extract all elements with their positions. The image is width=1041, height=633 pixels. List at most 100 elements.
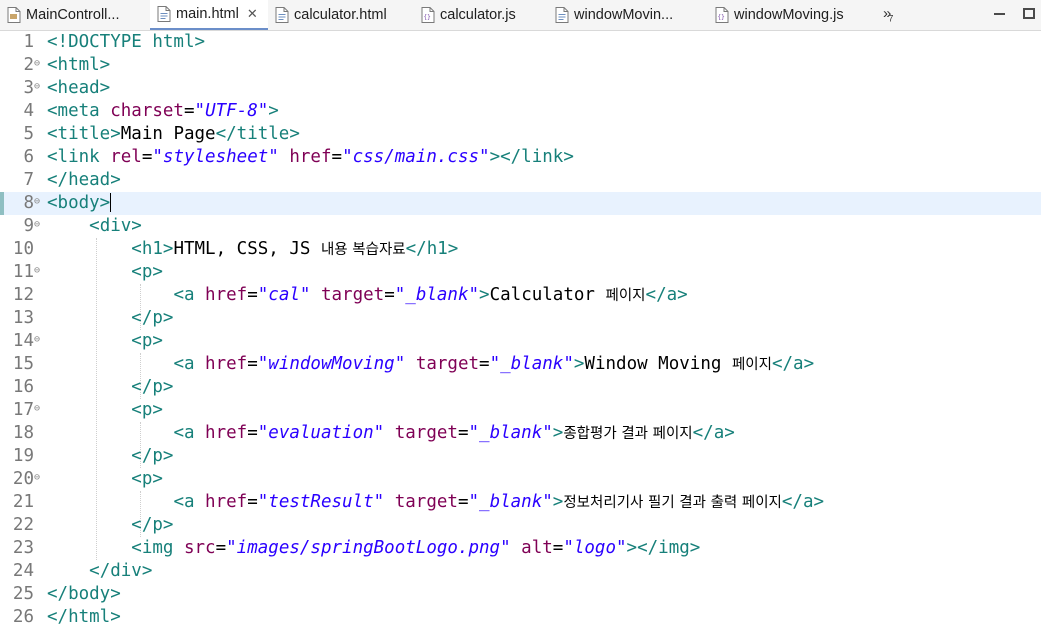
code-line[interactable]: 15 <a href="windowMoving" target="_blank… <box>0 353 1041 376</box>
fold-toggle-icon[interactable]: ⊖ <box>34 261 40 280</box>
tab-1[interactable]: MainControll... <box>0 0 148 30</box>
text-caret <box>110 193 112 212</box>
code-line[interactable]: 1 <!DOCTYPE html> <box>0 31 1041 54</box>
tab-4[interactable]: {} calculator.js <box>414 0 548 30</box>
code-token: <img <box>131 538 184 558</box>
code-token: "css/main.css" <box>342 147 490 167</box>
code-token: > <box>573 354 585 374</box>
code-token: </p> <box>131 308 174 328</box>
code-text: </div> <box>47 560 152 583</box>
code-line[interactable]: 25 </body> <box>0 583 1041 606</box>
code-token: "testResult" <box>257 492 385 512</box>
code-token: href <box>289 147 332 167</box>
code-line[interactable]: 21 <a href="testResult" target="_blank">… <box>0 491 1041 514</box>
code-token: > <box>479 285 490 305</box>
fold-toggle-icon[interactable]: ⊖ <box>34 468 40 487</box>
code-token: <!DOCTYPE html> <box>47 32 206 52</box>
line-number: 16 <box>12 377 34 397</box>
code-line[interactable]: 24 </div> <box>0 560 1041 583</box>
code-line[interactable]: 13 </p> <box>0 307 1041 330</box>
code-line[interactable]: 23 <img src="images/springBootLogo.png" … <box>0 537 1041 560</box>
fold-toggle-icon[interactable]: ⊖ <box>34 215 40 234</box>
fold-toggle-icon[interactable]: ⊖ <box>34 330 40 349</box>
code-line[interactable]: 14 ⊖ <p> <box>0 330 1041 353</box>
code-token: <div> <box>89 216 142 236</box>
code-text: </body> <box>47 583 121 606</box>
tab-3[interactable]: calculator.html <box>268 0 413 30</box>
code-token: "evaluation" <box>257 423 385 443</box>
code-token: </p> <box>131 377 174 397</box>
code-line[interactable]: 12 <a href="cal" target="_blank">Calcula… <box>0 284 1041 307</box>
maximize-icon[interactable] <box>1023 8 1035 19</box>
line-number: 26 <box>12 607 34 627</box>
minimize-icon[interactable] <box>994 8 1005 20</box>
code-line[interactable]: 5 <title>Main Page</title> <box>0 123 1041 146</box>
line-number: 9 <box>23 216 34 236</box>
code-line[interactable]: 26 </html> <box>0 606 1041 629</box>
tab-5[interactable]: windowMovin... <box>548 0 708 30</box>
code-text: <html> <box>47 54 110 77</box>
code-line[interactable]: 10 <h1>HTML, CSS, JS 내용 복습자료</h1> <box>0 238 1041 261</box>
code-line[interactable]: 3 ⊖ <head> <box>0 77 1041 100</box>
code-token: target <box>415 354 480 374</box>
html-file-icon <box>157 6 171 22</box>
code-line[interactable]: 17 ⊖ <p> <box>0 399 1041 422</box>
code-text: <meta charset="UTF-8"> <box>47 100 279 123</box>
code-text: </head> <box>47 169 121 192</box>
code-line[interactable]: 6 <link rel="stylesheet" href="css/main.c… <box>0 146 1041 169</box>
line-number: 19 <box>12 446 34 466</box>
line-number: 18 <box>12 423 34 443</box>
code-token: Window Moving <box>584 354 732 374</box>
code-token: > <box>268 101 279 121</box>
code-line[interactable]: 19 </p> <box>0 445 1041 468</box>
code-text: <body> <box>47 192 112 215</box>
code-line[interactable]: 9 ⊖ <div> <box>0 215 1041 238</box>
fold-toggle-icon[interactable]: ⊖ <box>34 77 40 96</box>
code-line[interactable]: 11 ⊖ <p> <box>0 261 1041 284</box>
tab-6[interactable]: {} windowMoving.js <box>708 0 880 30</box>
close-icon[interactable]: ✕ <box>247 6 258 22</box>
fold-toggle-icon[interactable]: ⊖ <box>34 54 40 73</box>
code-token: "UTF-8" <box>194 101 269 121</box>
code-line[interactable]: 7 </head> <box>0 169 1041 192</box>
code-text: </p> <box>47 376 173 399</box>
tab-2[interactable]: main.html ✕ <box>150 0 268 30</box>
code-text: <p> <box>47 330 163 353</box>
fold-toggle-icon[interactable]: ⊖ <box>34 399 40 418</box>
code-line[interactable]: 4 <meta charset="UTF-8"> <box>0 100 1041 123</box>
tab-overflow-button[interactable]: »7 <box>883 5 893 25</box>
code-line[interactable]: 8 ⊖ <body> <box>0 192 1041 215</box>
code-token: "_blank" <box>468 423 553 443</box>
code-line[interactable]: 18 <a href="evaluation" target="_blank">… <box>0 422 1041 445</box>
tab-label: main.html <box>176 6 239 22</box>
line-number: 4 <box>23 101 34 121</box>
code-token: <p> <box>131 400 163 420</box>
code-text: <a href="cal" target="_blank">Calculator… <box>47 284 687 308</box>
code-token: Calculator <box>489 285 606 305</box>
code-line[interactable]: 2 ⊖ <html> <box>0 54 1041 77</box>
code-line[interactable]: 20 ⊖ <p> <box>0 468 1041 491</box>
code-token: charset <box>110 101 184 121</box>
code-text: <head> <box>47 77 110 100</box>
code-token: <a <box>173 285 206 305</box>
indent-guide <box>140 422 141 468</box>
line-number: 7 <box>23 170 34 190</box>
code-editor[interactable]: 1 <!DOCTYPE html> 2 ⊖ <html> 3 ⊖ <head> 4 <meta c… <box>0 31 1041 633</box>
code-line[interactable]: 16 </p> <box>0 376 1041 399</box>
html-file-icon <box>275 7 289 23</box>
line-number: 10 <box>12 239 34 259</box>
fold-toggle-icon[interactable]: ⊖ <box>34 192 40 211</box>
code-token: </div> <box>89 561 153 581</box>
code-text: <img src="images/springBootLogo.png" alt… <box>47 537 700 560</box>
code-line[interactable]: 22 </p> <box>0 514 1041 537</box>
